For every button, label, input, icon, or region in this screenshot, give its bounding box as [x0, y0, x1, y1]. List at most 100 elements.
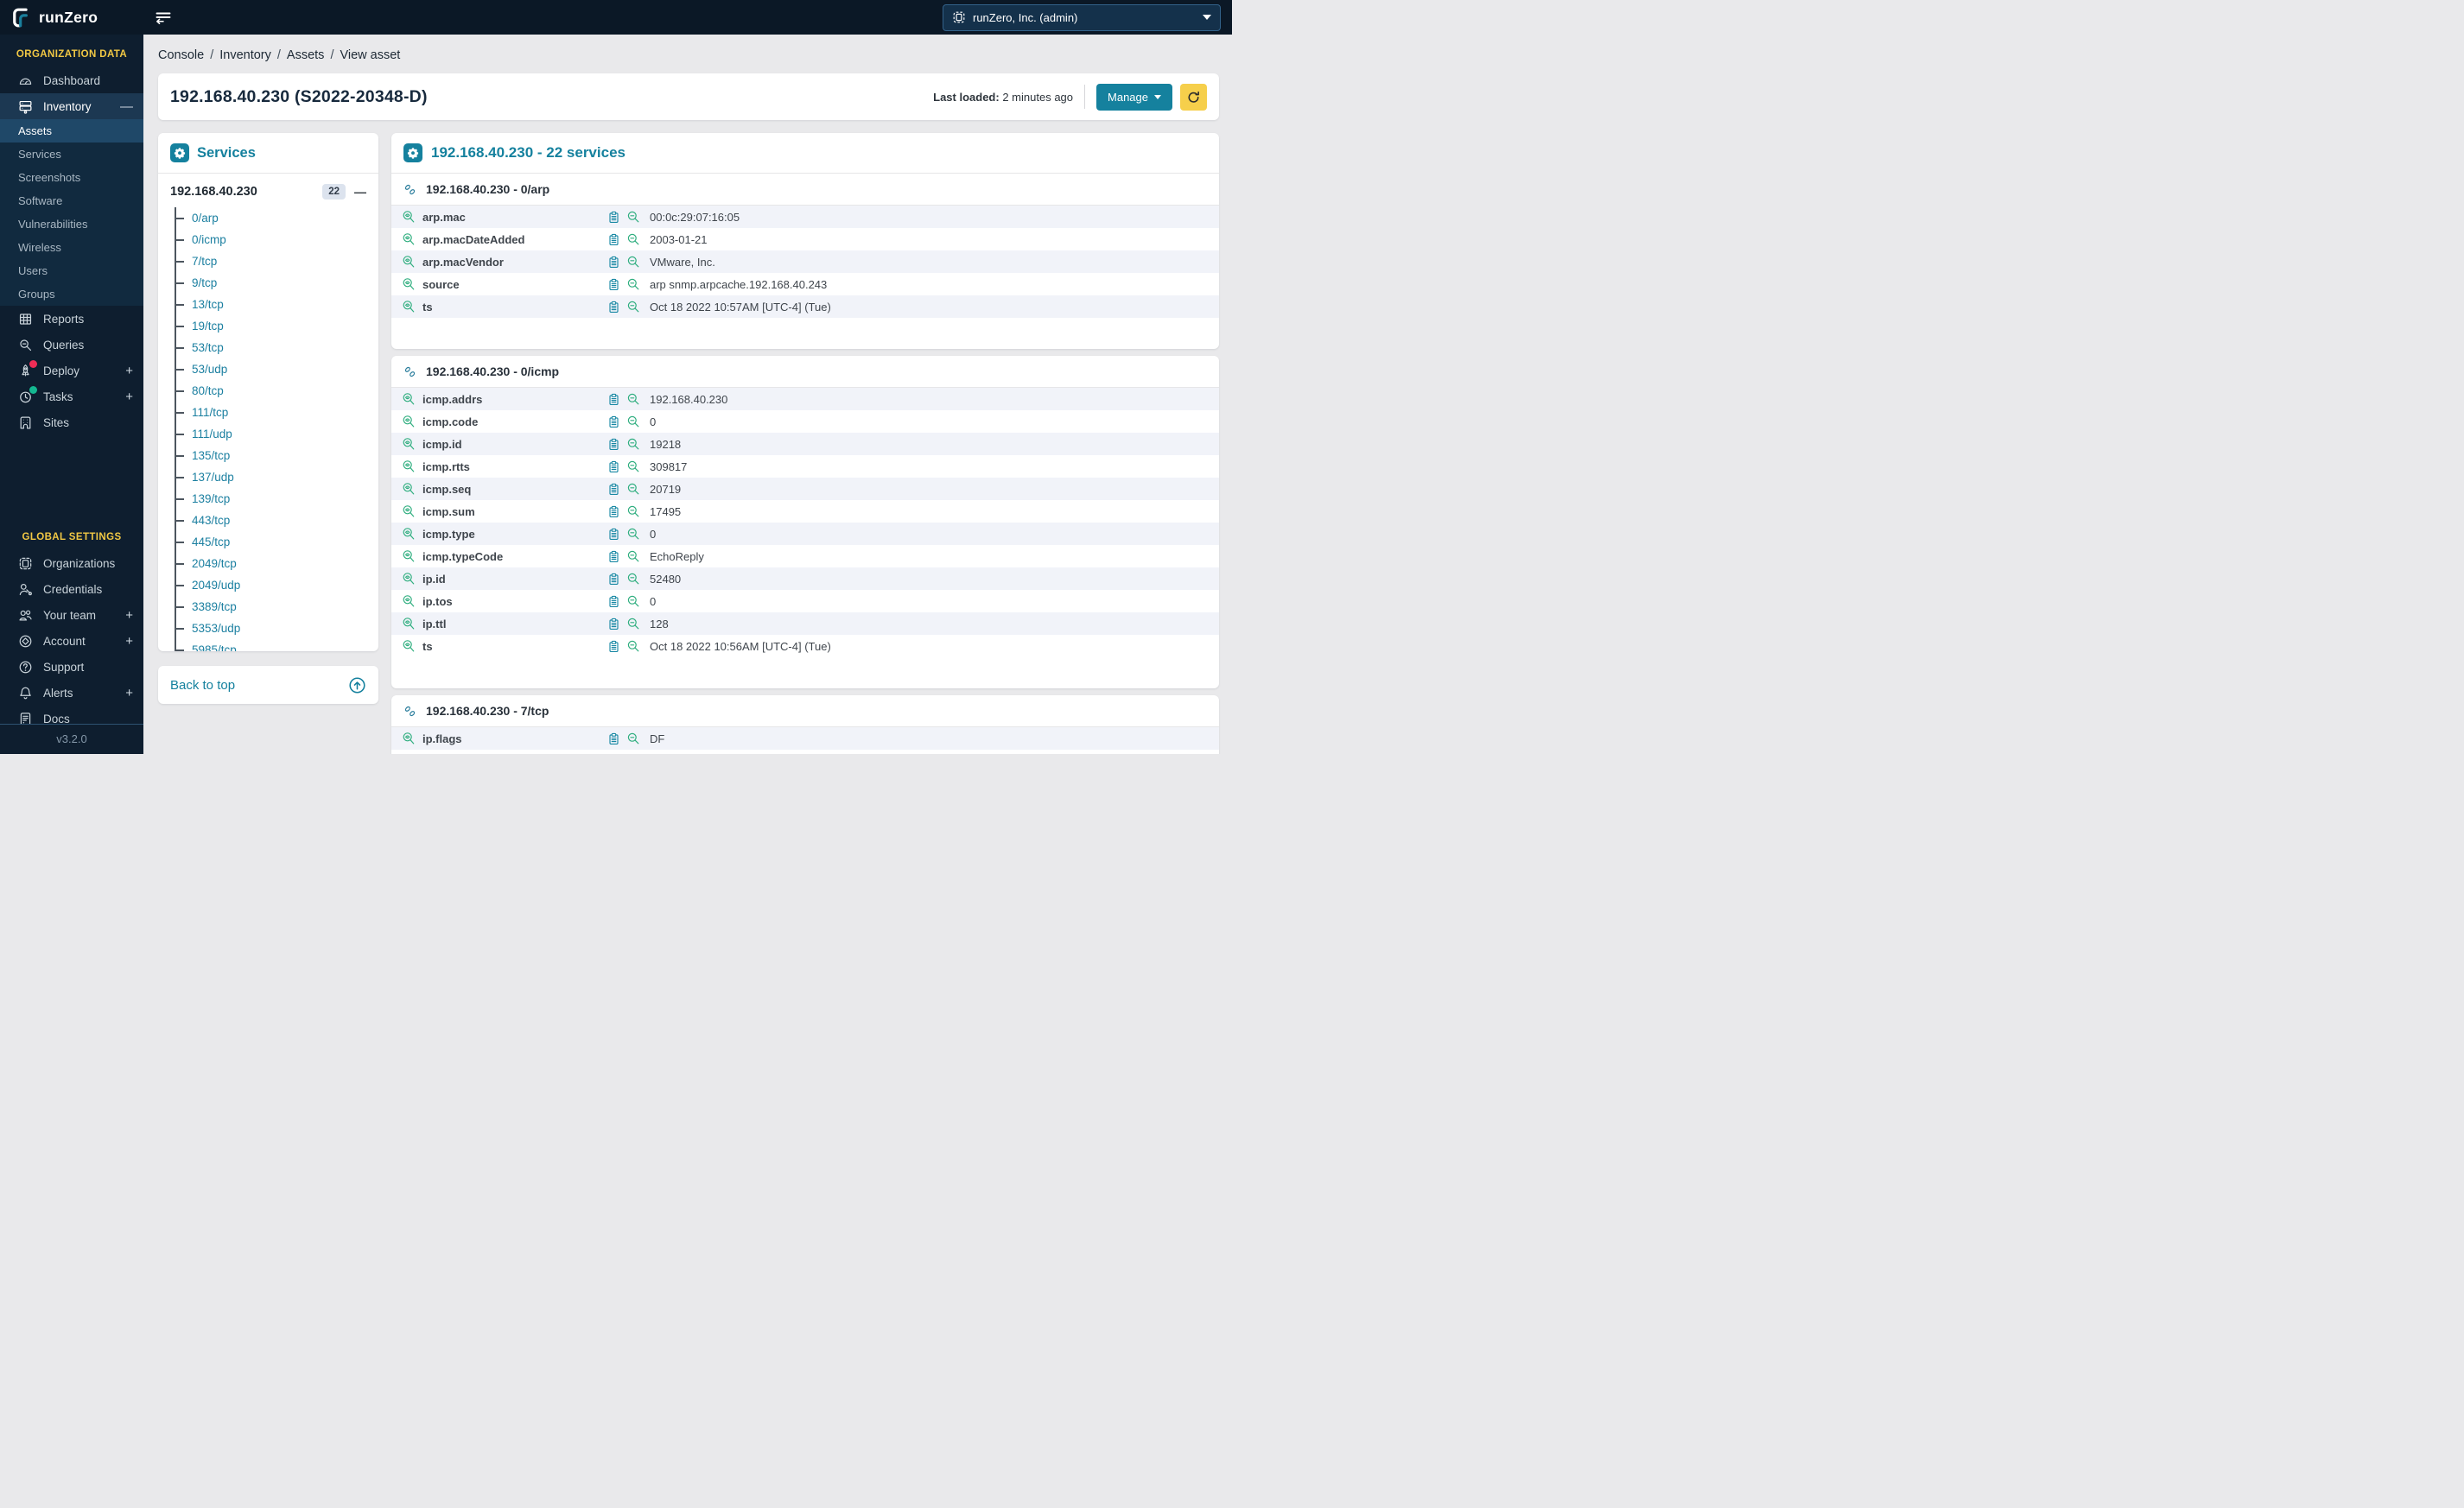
breadcrumb-console[interactable]: Console — [158, 48, 204, 62]
copy-clipboard-icon[interactable] — [607, 483, 620, 496]
port-link-5353-udp[interactable]: 5353/udp — [192, 622, 240, 635]
sidebar-item-vulnerabilities[interactable]: Vulnerabilities — [0, 212, 143, 236]
copy-clipboard-icon[interactable] — [607, 505, 620, 518]
search-minus-icon[interactable] — [626, 482, 640, 496]
eye-magnifier-icon[interactable] — [402, 459, 416, 473]
port-link-9-tcp[interactable]: 9/tcp — [192, 276, 217, 289]
sidebar-item-tasks[interactable]: Tasks + — [0, 383, 143, 409]
eye-magnifier-icon[interactable] — [402, 437, 416, 451]
eye-magnifier-icon[interactable] — [402, 572, 416, 586]
port-link-53-tcp[interactable]: 53/tcp — [192, 341, 224, 354]
search-minus-icon[interactable] — [626, 300, 640, 314]
copy-clipboard-icon[interactable] — [607, 618, 620, 630]
expand-toggle-icon[interactable]: + — [125, 390, 133, 403]
sidebar-item-users[interactable]: Users — [0, 259, 143, 282]
eye-magnifier-icon[interactable] — [402, 617, 416, 630]
copy-clipboard-icon[interactable] — [607, 278, 620, 291]
port-link-111-tcp[interactable]: 111/tcp — [192, 406, 228, 419]
port-link-137-udp[interactable]: 137/udp — [192, 471, 234, 484]
manage-button[interactable]: Manage — [1096, 83, 1172, 111]
port-link-111-udp[interactable]: 111/udp — [192, 428, 232, 440]
search-minus-icon[interactable] — [626, 594, 640, 608]
sidebar-item-groups[interactable]: Groups — [0, 282, 143, 306]
search-minus-icon[interactable] — [626, 437, 640, 451]
copy-clipboard-icon[interactable] — [607, 528, 620, 541]
port-link-3389-tcp[interactable]: 3389/tcp — [192, 600, 237, 613]
search-minus-icon[interactable] — [626, 459, 640, 473]
eye-magnifier-icon[interactable] — [402, 594, 416, 608]
search-minus-icon[interactable] — [626, 255, 640, 269]
sidebar-item-assets[interactable]: Assets — [0, 119, 143, 143]
copy-clipboard-icon[interactable] — [607, 415, 620, 428]
copy-clipboard-icon[interactable] — [607, 301, 620, 314]
sidebar-item-software[interactable]: Software — [0, 189, 143, 212]
eye-magnifier-icon[interactable] — [402, 732, 416, 745]
port-link-139-tcp[interactable]: 139/tcp — [192, 492, 230, 505]
refresh-button[interactable] — [1180, 83, 1207, 111]
sidebar-item-organizations[interactable]: Organizations — [0, 550, 143, 576]
port-link-53-udp[interactable]: 53/udp — [192, 363, 227, 376]
port-link-135-tcp[interactable]: 135/tcp — [192, 449, 230, 462]
search-minus-icon[interactable] — [626, 617, 640, 630]
sidebar-item-account[interactable]: Account + — [0, 628, 143, 654]
eye-magnifier-icon[interactable] — [402, 300, 416, 314]
expand-toggle-icon[interactable]: + — [125, 687, 133, 700]
copy-clipboard-icon[interactable] — [607, 573, 620, 586]
search-minus-icon[interactable] — [626, 210, 640, 224]
sidebar-item-screenshots[interactable]: Screenshots — [0, 166, 143, 189]
eye-magnifier-icon[interactable] — [402, 504, 416, 518]
port-link-80-tcp[interactable]: 80/tcp — [192, 384, 224, 397]
collapse-toggle-icon[interactable]: — — [120, 100, 133, 113]
copy-clipboard-icon[interactable] — [607, 211, 620, 224]
eye-magnifier-icon[interactable] — [402, 210, 416, 224]
search-minus-icon[interactable] — [626, 504, 640, 518]
port-link-443-tcp[interactable]: 443/tcp — [192, 514, 230, 527]
port-link-445-tcp[interactable]: 445/tcp — [192, 535, 230, 548]
port-link-13-tcp[interactable]: 13/tcp — [192, 298, 224, 311]
search-minus-icon[interactable] — [626, 572, 640, 586]
expand-toggle-icon[interactable]: + — [125, 609, 133, 622]
sidebar-collapse-button[interactable] — [155, 10, 172, 25]
search-minus-icon[interactable] — [626, 527, 640, 541]
sidebar-item-alerts[interactable]: Alerts + — [0, 680, 143, 706]
copy-clipboard-icon[interactable] — [607, 393, 620, 406]
organization-selector[interactable]: runZero, Inc. (admin) — [943, 3, 1221, 31]
sidebar-item-reports[interactable]: Reports — [0, 306, 143, 332]
copy-clipboard-icon[interactable] — [607, 732, 620, 745]
sidebar-item-queries[interactable]: Queries — [0, 332, 143, 358]
eye-magnifier-icon[interactable] — [402, 415, 416, 428]
search-minus-icon[interactable] — [626, 639, 640, 653]
back-to-top-button[interactable]: Back to top — [158, 666, 378, 704]
sidebar-item-inventory[interactable]: Inventory — — [0, 93, 143, 119]
search-minus-icon[interactable] — [626, 415, 640, 428]
port-link-7-tcp[interactable]: 7/tcp — [192, 255, 217, 268]
sidebar-item-credentials[interactable]: Credentials — [0, 576, 143, 602]
eye-magnifier-icon[interactable] — [402, 277, 416, 291]
sidebar-item-sites[interactable]: Sites — [0, 409, 143, 435]
tree-collapse-toggle[interactable]: — — [354, 185, 366, 199]
breadcrumb-assets[interactable]: Assets — [287, 48, 325, 62]
copy-clipboard-icon[interactable] — [607, 595, 620, 608]
search-minus-icon[interactable] — [626, 549, 640, 563]
expand-toggle-icon[interactable]: + — [125, 364, 133, 377]
copy-clipboard-icon[interactable] — [607, 460, 620, 473]
eye-magnifier-icon[interactable] — [402, 527, 416, 541]
breadcrumb-inventory[interactable]: Inventory — [219, 48, 271, 62]
eye-magnifier-icon[interactable] — [402, 232, 416, 246]
port-link-0-arp[interactable]: 0/arp — [192, 212, 219, 225]
sidebar-item-deploy[interactable]: Deploy + — [0, 358, 143, 383]
sidebar-item-dashboard[interactable]: Dashboard — [0, 67, 143, 93]
port-link-2049-tcp[interactable]: 2049/tcp — [192, 557, 237, 570]
eye-magnifier-icon[interactable] — [402, 392, 416, 406]
search-minus-icon[interactable] — [626, 392, 640, 406]
port-link-5985-tcp[interactable]: 5985/tcp — [192, 643, 237, 651]
port-link-2049-udp[interactable]: 2049/udp — [192, 579, 240, 592]
copy-clipboard-icon[interactable] — [607, 550, 620, 563]
search-minus-icon[interactable] — [626, 232, 640, 246]
port-link-0-icmp[interactable]: 0/icmp — [192, 233, 226, 246]
eye-magnifier-icon[interactable] — [402, 482, 416, 496]
sidebar-item-your-team[interactable]: Your team + — [0, 602, 143, 628]
copy-clipboard-icon[interactable] — [607, 256, 620, 269]
expand-toggle-icon[interactable]: + — [125, 635, 133, 648]
copy-clipboard-icon[interactable] — [607, 438, 620, 451]
